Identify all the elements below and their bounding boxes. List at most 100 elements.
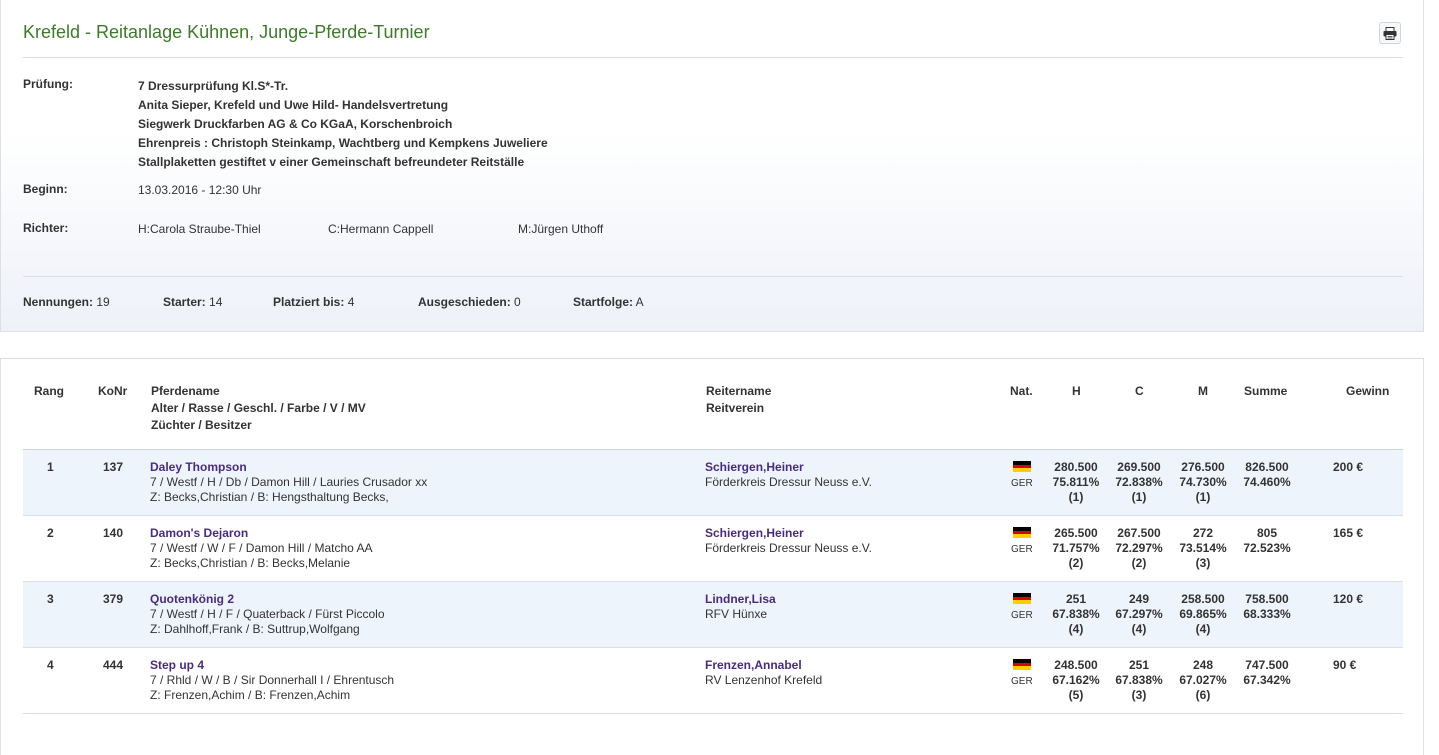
- cell-gewinn: 120 €: [1333, 592, 1364, 606]
- stat-label: Platziert bis:: [273, 295, 345, 309]
- score-place: (2): [1068, 556, 1084, 570]
- score-percent: 67.162%: [1052, 673, 1100, 687]
- rider-link[interactable]: Schiergen,Heiner: [705, 460, 804, 475]
- score-percent: 71.757%: [1052, 541, 1100, 555]
- score-m: 248 67.027% (6): [1173, 658, 1233, 703]
- score-points: 249: [1128, 592, 1150, 606]
- score-points: 269.500: [1117, 460, 1161, 474]
- stat-startfolge: Startfolge: A: [573, 295, 644, 309]
- flag-germany-icon: [1013, 593, 1031, 605]
- score-place: (3): [1131, 688, 1147, 702]
- flag-germany-icon: [1013, 461, 1031, 473]
- richter-c: C:Hermann Cappell: [328, 222, 434, 236]
- richter-m: M:Jürgen Uthoff: [518, 222, 604, 236]
- flag-germany-icon: [1013, 527, 1031, 539]
- score-percent: 75.811%: [1052, 475, 1100, 489]
- score-place: (4): [1068, 622, 1084, 636]
- sum-percent: 72.523%: [1243, 541, 1291, 555]
- header-rang: Rang: [34, 384, 64, 398]
- rider-link[interactable]: Schiergen,Heiner: [705, 526, 804, 541]
- header-h: H: [1072, 384, 1081, 398]
- cell-rang: 2: [47, 526, 54, 540]
- score-percent: 72.297%: [1115, 541, 1163, 555]
- score-percent: 67.838%: [1052, 607, 1100, 621]
- score-place: (1): [1068, 490, 1084, 504]
- stat-label: Startfolge:: [573, 295, 633, 309]
- score-points: 258.500: [1181, 592, 1225, 606]
- pruefung-details: 7 Dressurprüfung Kl.S*-Tr. Anita Sieper,…: [138, 77, 548, 172]
- breeder-owner: Z: Becks,Christian / B: Hengsthaltung Be…: [150, 490, 389, 504]
- pruefung-line: Ehrenpreis : Christoph Steinkamp, Wachtb…: [138, 136, 548, 150]
- stat-label: Ausgeschieden:: [418, 295, 511, 309]
- score-percent: 67.297%: [1115, 607, 1163, 621]
- horse-link[interactable]: Damon's Dejaron: [150, 526, 248, 541]
- richter-label: Richter:: [23, 221, 69, 235]
- nation-code: GER: [1011, 676, 1033, 687]
- stat-label: Nennungen:: [23, 295, 93, 309]
- score-points: 248.500: [1054, 658, 1098, 672]
- sum-points: 758.500: [1245, 592, 1289, 606]
- pruefung-line: Stallplaketten gestiftet v einer Gemeins…: [138, 155, 525, 169]
- flag-germany-icon: [1013, 659, 1031, 671]
- table-row: 1 137 Daley Thompson 7 / Westf / H / Db …: [23, 450, 1403, 516]
- score-percent: 67.838%: [1115, 673, 1163, 687]
- horse-link[interactable]: Daley Thompson: [150, 460, 247, 475]
- rider-club: Förderkreis Dressur Neuss e.V.: [705, 475, 872, 489]
- score-summe: 747.500 67.342%: [1237, 658, 1297, 688]
- score-points: 251: [1128, 658, 1150, 672]
- score-place: (6): [1195, 688, 1211, 702]
- breeder-owner: Z: Frenzen,Achim / B: Frenzen,Achim: [150, 688, 351, 702]
- rider-club: RFV Hünxe: [705, 607, 768, 621]
- pruefung-line: Anita Sieper, Krefeld und Uwe Hild- Hand…: [138, 98, 449, 112]
- score-h: 265.500 71.757% (2): [1046, 526, 1106, 571]
- score-points: 265.500: [1054, 526, 1098, 540]
- sum-points: 805: [1256, 526, 1278, 540]
- horse-link[interactable]: Step up 4: [150, 658, 204, 673]
- score-m: 276.500 74.730% (1): [1173, 460, 1233, 505]
- score-points: 248: [1192, 658, 1214, 672]
- stat-platziert: Platziert bis: 4: [273, 295, 354, 309]
- score-m: 272 73.514% (3): [1173, 526, 1233, 571]
- nation-code: GER: [1011, 610, 1033, 621]
- rider-link[interactable]: Frenzen,Annabel: [705, 658, 802, 673]
- score-points: 272: [1192, 526, 1214, 540]
- richter-h: H:Carola Straube-Thiel: [138, 222, 261, 236]
- score-percent: 67.027%: [1179, 673, 1227, 687]
- score-percent: 69.865%: [1179, 607, 1227, 621]
- table-row: 4 444 Step up 4 7 / Rhld / W / B / Sir D…: [23, 648, 1403, 714]
- header-c: C: [1135, 384, 1144, 398]
- score-place: (3): [1195, 556, 1211, 570]
- header-konr: KoNr: [98, 384, 128, 398]
- score-points: 276.500: [1181, 460, 1225, 474]
- nation-code: GER: [1011, 544, 1033, 555]
- cell-rang: 3: [47, 592, 54, 606]
- cell-konr: 140: [103, 526, 124, 540]
- breeder-owner: Z: Becks,Christian / B: Becks,Melanie: [150, 556, 351, 570]
- stat-label: Starter:: [163, 295, 206, 309]
- horse-link[interactable]: Quotenkönig 2: [150, 592, 234, 607]
- cell-konr: 137: [103, 460, 124, 474]
- score-points: 280.500: [1054, 460, 1098, 474]
- header-reiter: Reitername Reitverein: [706, 383, 771, 417]
- table-row: 3 379 Quotenkönig 2 7 / Westf / H / F / …: [23, 582, 1403, 648]
- pruefung-line: Siegwerk Druckfarben AG & Co KGaA, Korsc…: [138, 117, 453, 131]
- score-percent: 74.730%: [1179, 475, 1227, 489]
- header-pferd-details: Alter / Rasse / Geschl. / Farbe / V / MV: [151, 401, 366, 415]
- header-reitverein: Reitverein: [706, 401, 765, 415]
- rider-club: RV Lenzenhof Krefeld: [705, 673, 823, 687]
- score-h: 248.500 67.162% (5): [1046, 658, 1106, 703]
- stat-value: 14: [209, 295, 223, 309]
- beginn-value: 13.03.2016 - 12:30 Uhr: [138, 183, 262, 197]
- sum-percent: 74.460%: [1243, 475, 1291, 489]
- breeder-owner: Z: Dahlhoff,Frank / B: Suttrup,Wolfgang: [150, 622, 360, 636]
- rider-link[interactable]: Lindner,Lisa: [705, 592, 776, 607]
- score-place: (4): [1195, 622, 1211, 636]
- cell-gewinn: 200 €: [1333, 460, 1364, 474]
- title-divider: [23, 57, 1403, 58]
- horse-details: 7 / Westf / W / F / Damon Hill / Matcho …: [150, 541, 373, 555]
- score-m: 258.500 69.865% (4): [1173, 592, 1233, 637]
- header-pferd: Pferdename Alter / Rasse / Geschl. / Far…: [151, 383, 366, 434]
- stats-divider: [23, 276, 1403, 277]
- stat-nennungen: Nennungen: 19: [23, 295, 110, 309]
- print-button[interactable]: [1379, 22, 1401, 44]
